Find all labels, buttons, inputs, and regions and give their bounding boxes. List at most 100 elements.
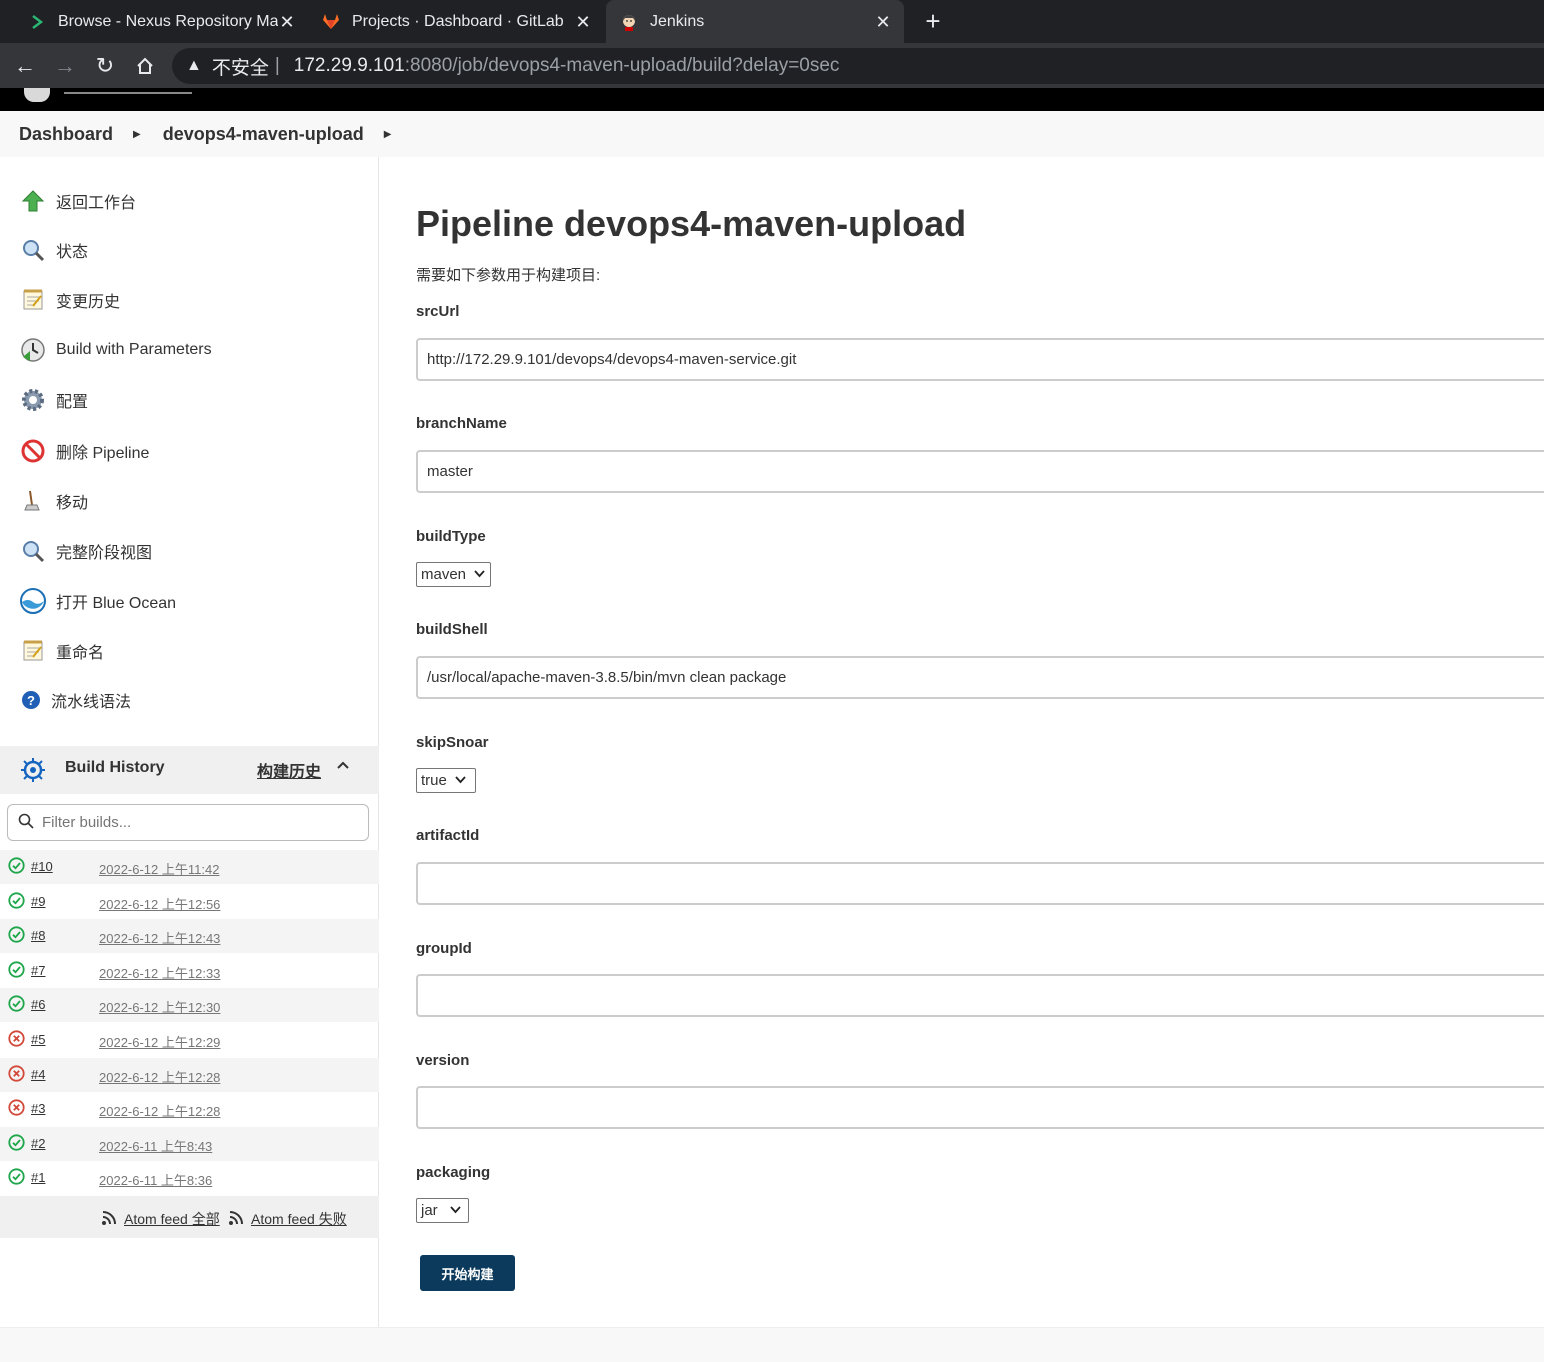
chevron-up-icon[interactable] — [335, 757, 351, 778]
sidebar-item-label: 状态 — [56, 244, 89, 261]
new-tab-button[interactable]: + — [918, 6, 948, 37]
chevron-down-icon — [455, 775, 466, 787]
browser-tab-gitlab[interactable]: Projects · Dashboard · GitLab ✕ — [308, 0, 604, 43]
build-number-link[interactable]: #6 — [31, 997, 45, 1012]
build-number-link[interactable]: #4 — [31, 1067, 45, 1082]
packaging-value: jar — [421, 1202, 438, 1219]
breadcrumb: Dashboard ▶ devops4-maven-upload ▶ — [0, 111, 1544, 157]
sidebar-item-changes[interactable]: 变更历史 — [18, 283, 120, 317]
sidebar-item-back-to-dashboard[interactable]: 返回工作台 — [18, 184, 136, 218]
jenkins-wordmark — [64, 88, 192, 94]
url-host: 172.29.9.101 — [293, 55, 405, 76]
success-check-icon[interactable] — [8, 1134, 25, 1151]
sidebar-item-open-blue-ocean[interactable]: 打开 Blue Ocean — [18, 584, 176, 618]
sidebar-item-label: 变更历史 — [56, 294, 121, 311]
sidebar-item-move[interactable]: 移动 — [18, 484, 88, 518]
sidebar-item-full-stage-view[interactable]: 完整阶段视图 — [18, 534, 152, 568]
build-row: #2 2022-6-11 上午8:43 — [0, 1127, 379, 1161]
sidebar-item-delete-pipeline[interactable]: 删除 Pipeline — [18, 434, 149, 468]
build-date-link[interactable]: 2022-6-12 上午12:56 — [99, 894, 220, 913]
browser-tab-jenkins[interactable]: Jenkins ✕ — [606, 0, 904, 43]
atom-feed-all-link[interactable]: Atom feed 全部 — [101, 1208, 220, 1229]
no-entry-icon — [18, 436, 48, 466]
success-check-icon[interactable] — [8, 892, 25, 909]
groupid-input[interactable] — [416, 974, 1544, 1017]
back-arrow-icon[interactable]: ← — [10, 51, 40, 81]
home-icon[interactable] — [130, 51, 160, 81]
browser-tab-nexus[interactable]: Browse - Nexus Repository Ma ✕ — [14, 0, 308, 43]
build-history-icon — [20, 757, 46, 788]
success-check-icon[interactable] — [8, 995, 25, 1012]
warning-icon: ▲ — [186, 57, 202, 74]
sidebar-item-label: 流水线语法 — [51, 694, 132, 711]
build-number-link[interactable]: #1 — [31, 1170, 45, 1185]
artifactid-input[interactable] — [416, 862, 1544, 905]
success-check-icon[interactable] — [8, 926, 25, 943]
build-date-link[interactable]: 2022-6-12 上午12:28 — [99, 1101, 220, 1120]
build-date-link[interactable]: 2022-6-12 上午12:43 — [99, 928, 220, 947]
build-date-link[interactable]: 2022-6-11 上午8:36 — [99, 1170, 212, 1189]
url-separator: | — [274, 55, 280, 76]
forward-arrow-icon[interactable]: → — [50, 51, 80, 81]
sidebar-item-build-with-parameters[interactable]: Build with Parameters — [18, 333, 212, 367]
param-label-buildshell: buildShell — [416, 621, 488, 638]
close-icon[interactable]: ✕ — [874, 12, 892, 33]
branchname-input[interactable]: master — [416, 450, 1544, 493]
build-date-link[interactable]: 2022-6-11 上午8:43 — [99, 1136, 212, 1155]
srcurl-input[interactable]: http://172.29.9.101/devops4/devops4-mave… — [416, 338, 1544, 381]
breadcrumb-arrow-icon[interactable]: ▶ — [384, 129, 392, 140]
skipsnoar-select[interactable]: true — [416, 768, 476, 793]
reload-icon[interactable]: ↻ — [90, 51, 120, 81]
insecure-label: 不安全 — [211, 57, 269, 79]
build-date-link[interactable]: 2022-6-12 上午12:33 — [99, 963, 220, 982]
success-check-icon[interactable] — [8, 961, 25, 978]
chevron-down-icon — [450, 1205, 461, 1217]
build-number-link[interactable]: #8 — [31, 928, 45, 943]
version-input[interactable] — [416, 1086, 1544, 1129]
build-number-link[interactable]: #9 — [31, 894, 45, 909]
sidebar-item-status[interactable]: 状态 — [18, 233, 88, 267]
url-input[interactable]: ▲ 不安全 | 172.29.9.101 :8080/job/devops4-m… — [172, 48, 1544, 84]
build-history-trend-link[interactable]: 构建历史 — [257, 758, 321, 782]
start-build-button[interactable]: 开始构建 — [420, 1255, 515, 1291]
sidebar-item-rename[interactable]: 重命名 — [18, 634, 104, 668]
build-date-link[interactable]: 2022-6-12 上午11:42 — [99, 859, 219, 878]
sidebar-item-pipeline-syntax[interactable]: ? 流水线语法 — [18, 683, 131, 717]
tab-title: Jenkins — [650, 12, 705, 30]
build-number-link[interactable]: #10 — [31, 859, 53, 874]
build-number-link[interactable]: #3 — [31, 1101, 45, 1116]
build-date-link[interactable]: 2022-6-12 上午12:28 — [99, 1067, 220, 1086]
success-check-icon[interactable] — [8, 1168, 25, 1185]
failed-x-icon[interactable] — [8, 1065, 25, 1082]
filter-builds-field[interactable] — [7, 804, 369, 841]
build-row: #5 2022-6-12 上午12:29 — [0, 1023, 379, 1057]
success-check-icon[interactable] — [8, 857, 25, 874]
close-icon[interactable]: ✕ — [574, 12, 592, 33]
build-number-link[interactable]: #5 — [31, 1032, 45, 1047]
build-date-link[interactable]: 2022-6-12 上午12:30 — [99, 997, 220, 1016]
notepad-icon — [18, 636, 48, 666]
filter-builds-input[interactable] — [42, 814, 342, 831]
failed-x-icon[interactable] — [8, 1030, 25, 1047]
close-icon[interactable]: ✕ — [278, 12, 296, 33]
param-label-groupid: groupId — [416, 940, 472, 957]
sidebar-item-configure[interactable]: 配置 — [18, 383, 88, 417]
buildtype-select[interactable]: maven — [416, 562, 491, 587]
build-number-link[interactable]: #7 — [31, 963, 45, 978]
atom-feed-failed-label: Atom feed 失败 — [251, 1210, 347, 1227]
breadcrumb-dashboard[interactable]: Dashboard — [19, 124, 113, 145]
jenkins-logo[interactable] — [24, 88, 50, 102]
build-number-link[interactable]: #2 — [31, 1136, 45, 1151]
build-date-link[interactable]: 2022-6-12 上午12:29 — [99, 1032, 220, 1051]
buildshell-input[interactable]: /usr/local/apache-maven-3.8.5/bin/mvn cl… — [416, 656, 1544, 699]
breadcrumb-job[interactable]: devops4-maven-upload — [163, 124, 364, 145]
url-path: :8080/job/devops4-maven-upload/build?del… — [404, 55, 840, 76]
atom-feed-failed-link[interactable]: Atom feed 失败 — [228, 1208, 347, 1229]
sidebar-item-label: 配置 — [56, 394, 89, 411]
atom-feed-all-label: Atom feed 全部 — [124, 1210, 220, 1227]
packaging-select[interactable]: jar — [416, 1198, 469, 1223]
magnifier-icon — [18, 536, 48, 566]
build-row: #9 2022-6-12 上午12:56 — [0, 885, 379, 919]
failed-x-icon[interactable] — [8, 1099, 25, 1116]
breadcrumb-arrow-icon[interactable]: ▶ — [133, 129, 141, 140]
